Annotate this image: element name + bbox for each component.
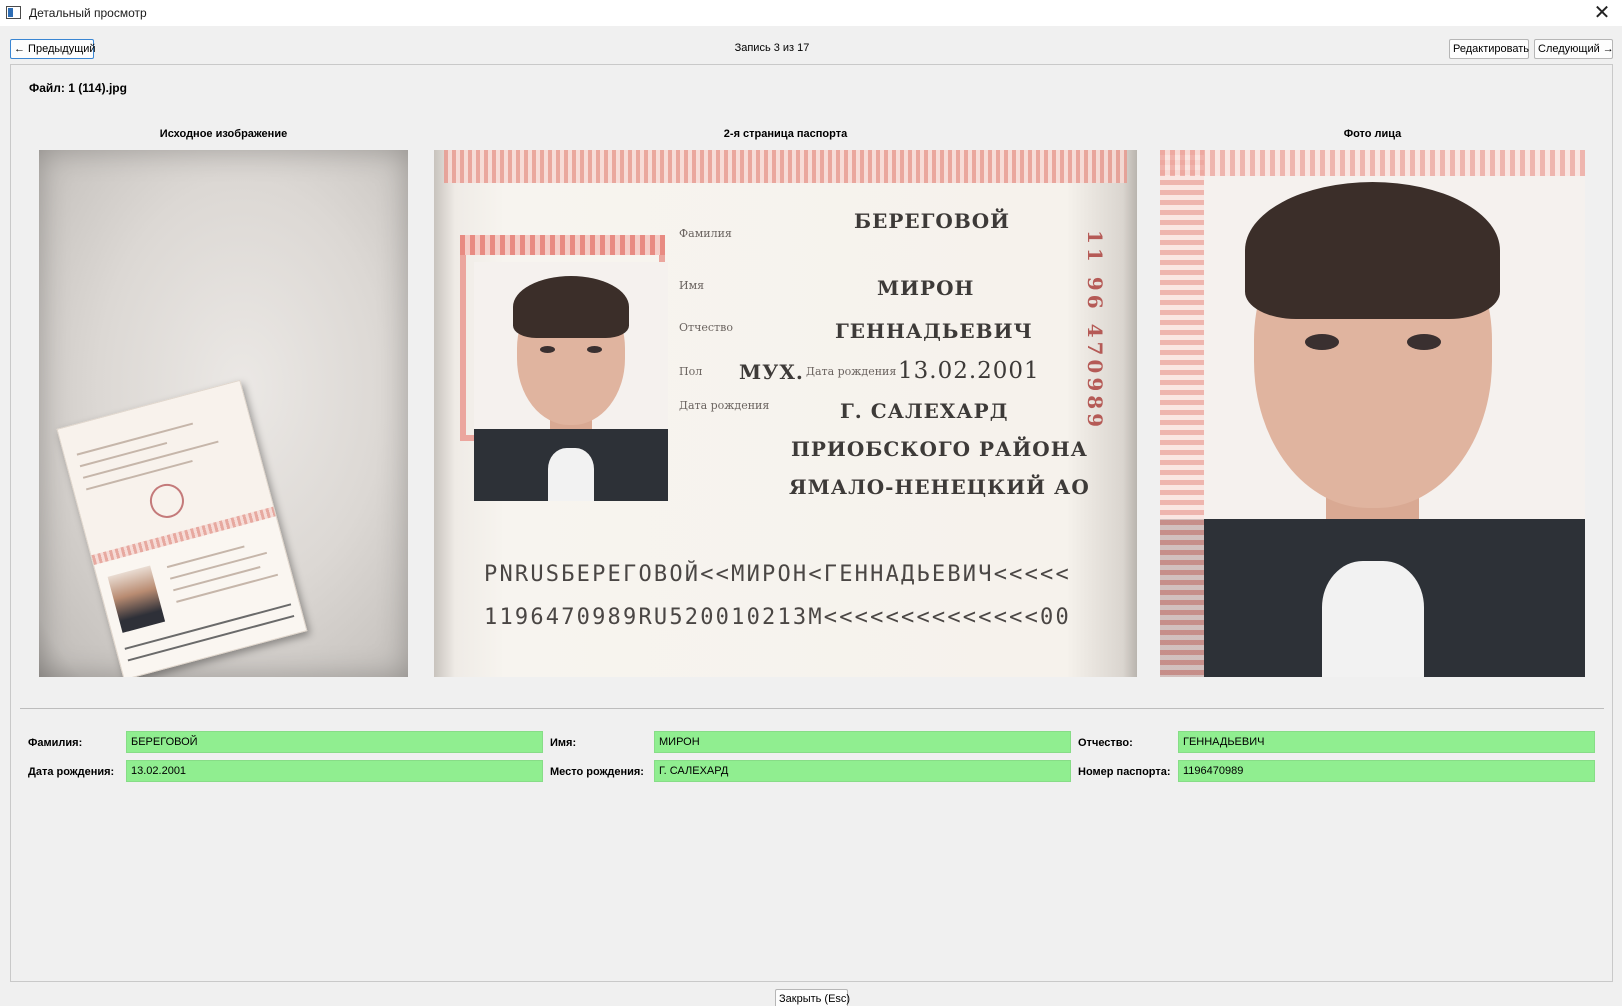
passport-label-dob: Дата рождения: [806, 365, 897, 378]
passport-photo: [474, 262, 668, 501]
close-icon[interactable]: ✕: [1590, 1, 1614, 25]
passport-page-caption: 2-я страница паспорта: [723, 128, 848, 140]
face-photo-image: [1160, 150, 1585, 677]
passport-pob-line1: Г. САЛЕХАРД: [840, 399, 1009, 423]
passport-number-field[interactable]: 1196470989: [1178, 760, 1595, 782]
face-photo: [1160, 150, 1585, 677]
passport-name: МИРОН: [877, 276, 975, 300]
separator: [20, 708, 1604, 709]
file-label: Файл: 1 (114).jpg: [29, 81, 127, 95]
passport-vertical-number: 11 96 470989: [1083, 230, 1107, 432]
name-field[interactable]: МИРОН: [654, 731, 1071, 753]
window-icon: [6, 6, 21, 19]
next-button[interactable]: Следующий →: [1534, 39, 1614, 59]
name-label: Имя:: [550, 737, 577, 749]
face-photo-caption: Фото лица: [1343, 128, 1402, 140]
source-image-caption: Исходное изображение: [159, 128, 288, 140]
mrz-line-2: 1196470989RU520010213M<<<<<<<<<<<<<<00: [484, 605, 1071, 630]
dob-field[interactable]: 13.02.2001: [126, 760, 543, 782]
window-title: Детальный просмотр: [29, 6, 147, 20]
surname-field[interactable]: БЕРЕГОВОЙ: [126, 731, 543, 753]
mrz-line-1: PNRUSБЕРЕГОВОЙ<<МИРОН<ГЕННАДЬЕВИЧ<<<<<: [484, 562, 1071, 587]
passport-dob: 13.02.2001: [898, 358, 1040, 384]
pob-field[interactable]: Г. САЛЕХАРД: [654, 760, 1071, 782]
passport-label-patronymic: Отчество: [679, 321, 733, 334]
edit-button[interactable]: Редактировать: [1449, 39, 1529, 59]
passport-number-label: Номер паспорта:: [1078, 766, 1171, 778]
pob-label: Место рождения:: [550, 766, 644, 778]
title-bar: Детальный просмотр ✕: [0, 0, 1622, 26]
close-button[interactable]: Закрыть (Esc): [775, 989, 850, 1006]
passport-surname: БЕРЕГОВОЙ: [854, 209, 1011, 233]
passport-patronymic: ГЕННАДЬЕВИЧ: [835, 319, 1033, 343]
passport-sex: МУХ.: [739, 360, 804, 384]
passport-label-pob: Дата рождения: [679, 399, 770, 412]
dob-label: Дата рождения:: [28, 766, 115, 778]
surname-label: Фамилия:: [28, 737, 83, 749]
passport-pob-line2: ПРИОБСКОГО РАЙОНА: [791, 437, 1088, 461]
source-image: [39, 150, 408, 677]
source-passport-thumbnail: [56, 379, 308, 677]
passport-label-surname: Фамилия: [679, 227, 732, 240]
passport-label-sex: Пол: [679, 365, 703, 378]
passport-pob-line3: ЯМАЛО-НЕНЕЦКИЙ АО: [789, 475, 1090, 499]
passport-label-name: Имя: [679, 279, 705, 292]
record-counter: Запись 3 из 17: [734, 42, 810, 54]
patronymic-label: Отчество:: [1078, 737, 1133, 749]
patronymic-field[interactable]: ГЕННАДЬЕВИЧ: [1178, 731, 1595, 753]
